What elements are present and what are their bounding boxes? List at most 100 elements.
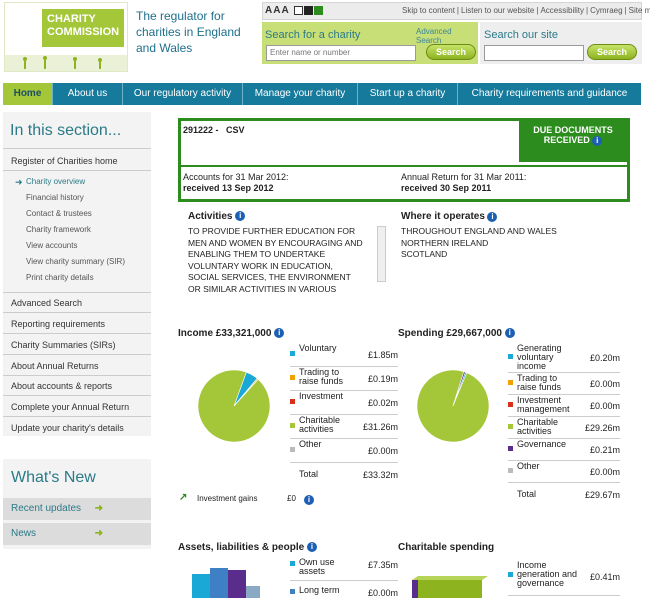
activities-line: OR SIMILAR ACTIVITIES IN VARIOUS <box>188 283 337 294</box>
link-skip[interactable]: Skip to content <box>400 6 457 15</box>
sidebar-annual-returns[interactable]: About Annual Returns <box>3 361 151 371</box>
link-listen[interactable]: Listen to our website <box>459 6 536 15</box>
logo-people-graphic <box>5 55 127 71</box>
activities-line: MEN AND WOMEN BY ENCOURAGING AND <box>188 237 363 248</box>
pie-slice-charitable-activities <box>197 369 271 443</box>
label-line: Long term <box>299 585 340 595</box>
nav-regulatory[interactable]: Our regulatory activity <box>123 83 243 105</box>
divider <box>3 416 151 417</box>
arrow-right-icon: ➜ <box>94 503 103 514</box>
nav-manage[interactable]: Manage your charity <box>243 83 358 105</box>
assets-title-text: Assets, liabilities & people <box>178 542 305 553</box>
spending-amount: £29.26m <box>584 423 620 433</box>
sidebar-sub-framework[interactable]: Charity framework <box>26 225 91 234</box>
assets-bar-graphic <box>192 568 260 598</box>
assets-amount: £0.00m <box>367 588 398 598</box>
spending-row: Generating voluntary income £0.20m <box>508 343 620 373</box>
sidebar-accounts-reports[interactable]: About accounts & reports <box>3 381 151 391</box>
info-icon[interactable]: i <box>306 542 317 553</box>
whats-new-news[interactable]: News ➜ <box>3 523 151 545</box>
sidebar-sub-contacts[interactable]: Contact & trustees <box>26 209 92 218</box>
nav-startup[interactable]: Start up a charity <box>358 83 458 105</box>
sidebar: In this section... Register of Charities… <box>3 112 151 436</box>
charity-search-button[interactable]: Search <box>426 44 476 60</box>
legend-swatch <box>508 468 513 473</box>
label-line: raise funds <box>517 382 562 392</box>
spending-amount: £0.00m <box>589 379 620 389</box>
divider <box>3 375 151 376</box>
divider <box>3 333 151 334</box>
contrast-black-icon[interactable] <box>304 5 314 15</box>
income-title: Income £33,321,000 i <box>178 328 285 339</box>
text-size-controls[interactable]: AAA <box>265 5 324 16</box>
sidebar-sub-print[interactable]: Print charity details <box>26 273 94 282</box>
info-icon[interactable]: i <box>487 211 498 222</box>
label-line: Investment <box>299 391 344 401</box>
nav-about[interactable]: About us <box>53 83 123 105</box>
activities-title-text: Activities <box>188 211 233 222</box>
label-line: assets <box>299 566 326 576</box>
text-size-label[interactable]: AAA <box>265 5 289 16</box>
info-icon[interactable]: i <box>304 494 314 505</box>
sidebar-advanced-search[interactable]: Advanced Search <box>3 298 151 308</box>
activities-scrollbar[interactable] <box>377 226 386 282</box>
legend-swatch <box>508 572 513 577</box>
income-amount: £1.85m <box>367 350 398 360</box>
sidebar-sub-accounts[interactable]: View accounts <box>26 241 77 250</box>
whats-new-panel: What's New Recent updates ➜ News ➜ <box>3 459 151 549</box>
spending-row-label: Investment management <box>517 396 572 414</box>
nav-requirements[interactable]: Charity requirements and guidance <box>458 83 641 105</box>
spending-row: Governance £0.21m <box>508 439 620 461</box>
sidebar-reporting[interactable]: Reporting requirements <box>3 319 151 329</box>
info-icon[interactable]: i <box>504 328 515 339</box>
site-search-button[interactable]: Search <box>587 44 637 60</box>
sidebar-sub-financial[interactable]: Financial history <box>26 193 84 202</box>
spending-total-row: Total £29.67m <box>508 483 620 505</box>
spending-title: Spending £29,667,000 i <box>398 328 515 339</box>
charity-search-input[interactable]: Enter name or number <box>266 45 416 61</box>
charity-number: 291222 - <box>183 125 219 135</box>
spending-row-label: Generating voluntary income <box>517 344 572 371</box>
link-sitemap[interactable]: Site map <box>627 6 650 15</box>
sidebar-sub-overview[interactable]: Charity overview <box>26 177 85 186</box>
utility-links: Skip to content | Listen to our website | Ac… <box>400 6 650 15</box>
charity-commission-logo[interactable]: CHARITY COMMISSION <box>4 2 128 72</box>
return-label: Annual Return for 31 Mar 2011: <box>401 172 527 182</box>
info-icon[interactable]: i <box>235 211 246 222</box>
sidebar-complete-return[interactable]: Complete your Annual Return <box>3 402 151 412</box>
divider <box>3 395 151 396</box>
investment-gains-icon: ↗ <box>179 492 188 503</box>
whats-new-recent[interactable]: Recent updates ➜ <box>3 498 151 520</box>
tagline-line: charities in England <box>136 25 241 39</box>
link-accessibility[interactable]: Accessibility <box>538 6 586 15</box>
contrast-green-icon[interactable] <box>314 5 324 15</box>
assets-row: Long term £0.00m <box>290 585 398 609</box>
charitable-spending-title: Charitable spending <box>398 542 495 553</box>
spending-row-label: Charitable activities <box>517 418 572 436</box>
legend-swatch <box>508 424 513 429</box>
tagline-line: The regulator for <box>136 9 225 23</box>
assets-amount: £7.35m <box>367 560 398 570</box>
label-line: income <box>517 361 547 371</box>
spending-row-label: Trading to raise funds <box>517 374 572 392</box>
info-icon[interactable]: i <box>274 328 285 339</box>
sidebar-register-home[interactable]: Register of Charities home <box>3 156 151 166</box>
link-cymraeg[interactable]: Cymraeg <box>588 6 624 15</box>
arrow-right-icon: ➜ <box>94 528 103 539</box>
nav-home[interactable]: Home <box>3 83 53 105</box>
activities-title: Activities i <box>188 211 246 222</box>
advanced-search-link[interactable]: Advanced Search <box>416 27 478 45</box>
legend-swatch <box>508 402 513 407</box>
sidebar-sirs[interactable]: Charity Summaries (SIRs) <box>3 340 151 350</box>
whats-new-title: What's New <box>11 469 96 486</box>
contrast-white-icon[interactable] <box>294 5 304 15</box>
income-amount: £31.26m <box>362 422 398 432</box>
income-row-label: Investment <box>299 392 354 401</box>
sidebar-update-details[interactable]: Update your charity's details <box>3 423 151 433</box>
site-search-panel: Search our site Search <box>480 22 642 64</box>
site-search-input[interactable] <box>484 45 584 61</box>
sidebar-sub-summary[interactable]: View charity summary (SIR) <box>26 257 125 266</box>
legend-swatch <box>290 375 295 380</box>
info-icon[interactable]: i <box>592 135 603 146</box>
main-nav: Home About us Our regulatory activity Ma… <box>3 83 641 105</box>
